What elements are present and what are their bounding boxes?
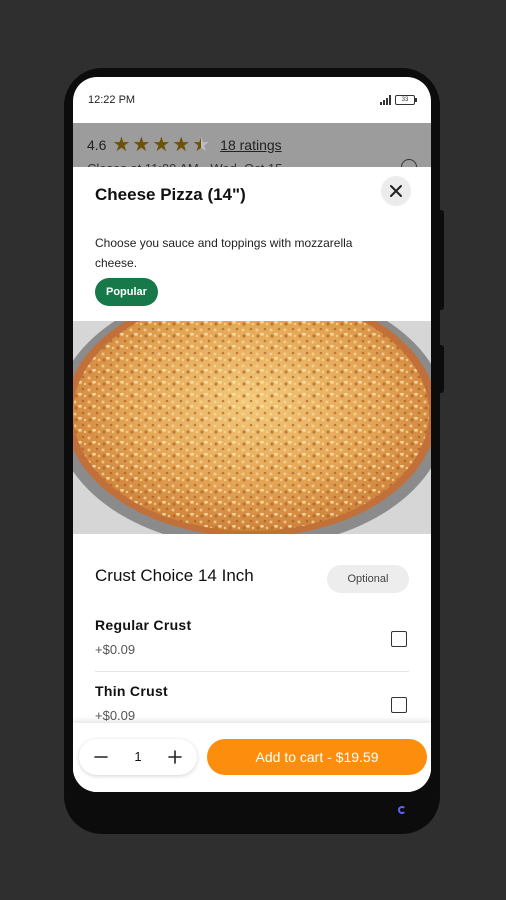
optional-badge: Optional bbox=[327, 565, 409, 593]
assistant-indicator-icon bbox=[398, 806, 406, 814]
option-price: +$0.09 bbox=[95, 708, 136, 723]
item-description: Choose you sauce and toppings with mozza… bbox=[95, 236, 353, 270]
quantity-value: 1 bbox=[134, 749, 142, 764]
item-title: Cheese Pizza (14") bbox=[95, 185, 246, 204]
option-name: Regular Crust bbox=[95, 617, 192, 633]
battery-level: 33 bbox=[401, 97, 409, 103]
option-row-regular-crust[interactable]: Regular Crust +$0.09 bbox=[95, 613, 409, 673]
restaurant-rating-row: 4.6 ★ ★ ★ ★ ★ 18 ratings Closes at 11:00… bbox=[73, 123, 431, 176]
star-rating: ★ ★ ★ ★ ★ bbox=[112, 135, 210, 155]
minus-icon bbox=[94, 756, 108, 758]
thin-crust-checkbox[interactable] bbox=[391, 697, 407, 713]
power-button bbox=[438, 345, 444, 393]
popular-badge: Popular bbox=[95, 278, 158, 306]
cart-bar: 1 Add to cart - $19.59 bbox=[73, 723, 431, 792]
star-icon: ★ bbox=[152, 134, 171, 156]
rating-value: 4.6 bbox=[87, 137, 107, 153]
pizza-illustration bbox=[73, 321, 431, 534]
status-bar: 12:22 PM 33 bbox=[73, 77, 431, 123]
item-detail-sheet: Cheese Pizza (14") Choose you sauce and … bbox=[73, 167, 431, 792]
add-to-cart-button[interactable]: Add to cart - $19.59 bbox=[207, 739, 427, 775]
option-name: Thin Crust bbox=[95, 683, 168, 699]
status-time: 12:22 PM bbox=[88, 94, 136, 106]
status-icons: 33 bbox=[380, 95, 417, 105]
pizza-photo bbox=[73, 321, 431, 534]
star-icon: ★ bbox=[172, 134, 191, 156]
option-price: +$0.09 bbox=[95, 642, 136, 657]
regular-crust-checkbox[interactable] bbox=[391, 631, 407, 647]
ratings-link[interactable]: 18 ratings bbox=[220, 137, 281, 153]
plus-icon bbox=[168, 750, 182, 764]
battery-icon: 33 bbox=[395, 95, 417, 105]
close-button[interactable] bbox=[381, 176, 411, 206]
decrease-quantity-button[interactable] bbox=[83, 739, 119, 775]
half-star-icon: ★ bbox=[192, 134, 211, 156]
option-group-title: Crust Choice 14 Inch bbox=[95, 566, 254, 585]
star-icon: ★ bbox=[112, 134, 131, 156]
star-icon: ★ bbox=[132, 134, 151, 156]
divider bbox=[95, 671, 409, 672]
increase-quantity-button[interactable] bbox=[157, 739, 193, 775]
signal-icon bbox=[380, 95, 391, 105]
close-icon bbox=[390, 185, 402, 197]
volume-button bbox=[438, 210, 444, 310]
quantity-stepper: 1 bbox=[79, 739, 197, 775]
phone-screen: 12:22 PM 33 4.6 ★ ★ ★ ★ ★ 18 ratings Clo… bbox=[73, 77, 431, 792]
